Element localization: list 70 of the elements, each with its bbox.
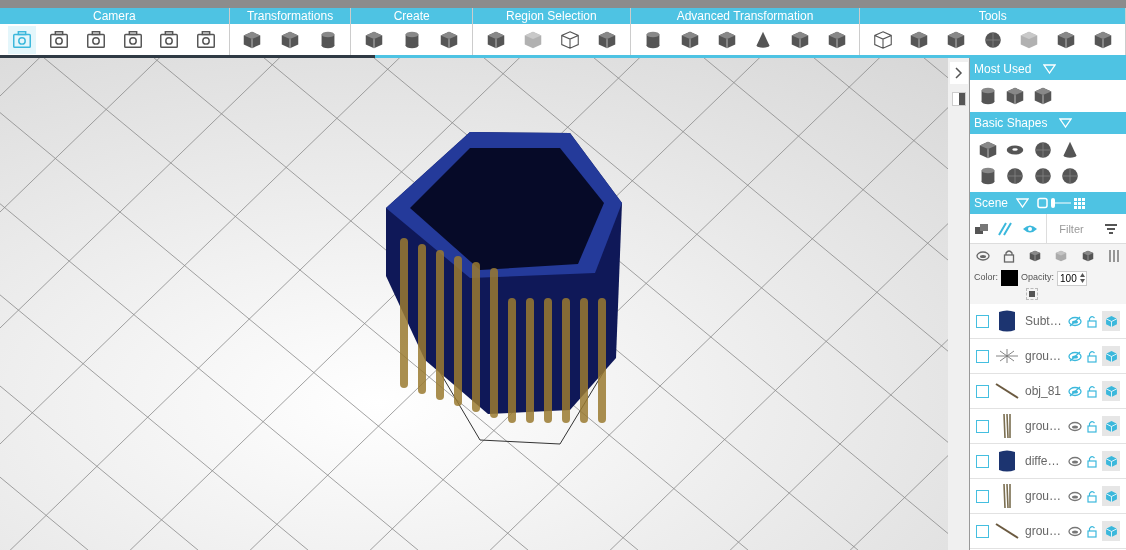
scene-object-row[interactable]: grou… [970,479,1126,514]
object-name: grou… [1025,523,1063,540]
panel-toggle-icon[interactable] [951,92,966,106]
spinner-arrows-icon [1078,272,1086,284]
small-square-button[interactable] [1026,288,1038,300]
cube-icon [1104,524,1118,538]
chevron-right-icon [954,67,963,79]
scene-object-row[interactable]: diffe… [970,444,1126,479]
cube-icon [1104,349,1118,363]
cube-icon [1104,384,1118,398]
layers-icon[interactable] [974,221,990,236]
cube-icon [1104,489,1118,503]
toolbar-group-title: Transformations [229,8,351,24]
triangle-down-icon [1043,64,1057,74]
line-star-thumbnail [995,349,1019,363]
object-name: obj_81 [1025,383,1063,400]
eye-icon[interactable] [1068,490,1082,502]
object-name: grou… [1025,418,1063,435]
object-name: Subt… [1025,313,1063,330]
cube-icon [1104,454,1118,468]
panel-title: Most Used [974,61,1032,78]
cube-icon [1104,419,1118,433]
sliders-icon[interactable] [1107,249,1120,263]
filter-field[interactable]: Filter [1046,214,1096,243]
object-name: grou… [1025,348,1063,365]
rod-thumbnail [995,382,1019,400]
cylinder-thumbnail [997,449,1017,473]
rods-thumbnail [1002,483,1012,509]
collapse-panel-button[interactable] [949,62,968,84]
checkbox[interactable] [976,349,989,363]
toolbar-group-title: Camera [0,8,229,24]
scene-object-row[interactable]: grou… [970,339,1126,374]
scene-object-row[interactable]: grou… [970,409,1126,444]
opacity-spinner[interactable]: 100 [1057,270,1087,286]
toolbar-group-title: Tools [860,8,1126,24]
toolbar-group-title: Region Selection [473,8,630,24]
color-label: Color: [974,271,998,285]
scene-object-row[interactable]: Subt… [970,304,1126,339]
cube-icon [1104,314,1118,328]
scene-object-row[interactable]: grou… [970,514,1126,549]
eye-icon[interactable] [1068,525,1082,537]
color-swatch[interactable] [1001,270,1018,286]
triangle-down-icon [1059,118,1073,128]
checkbox[interactable] [976,314,989,328]
scene-object-row[interactable]: obj_81 [970,374,1126,409]
sort-icon[interactable] [1104,222,1118,235]
toolbar-group-title: Advanced Transformation [630,8,860,24]
checkbox[interactable] [976,524,989,538]
eye-icon[interactable] [1068,420,1082,432]
checkbox[interactable] [976,384,989,398]
lock-icon[interactable] [1003,249,1015,263]
object-name: diffe… [1025,453,1061,470]
object-name: grou… [1025,488,1063,505]
3d-viewport-drawing[interactable] [0,58,948,550]
checkbox[interactable] [976,489,989,503]
cube-icon[interactable] [1080,249,1095,263]
rods-thumbnail [1002,413,1012,439]
panel-title: Basic Shapes [974,115,1048,132]
opacity-label: Opacity: [1021,271,1055,285]
eye-icon[interactable] [976,251,991,261]
panel-title: Scene [974,195,1009,212]
view-toggle-icon[interactable] [1037,197,1088,209]
cylinder-thumbnail [997,309,1017,333]
checkbox[interactable] [976,454,989,468]
eye-icon[interactable] [1068,455,1082,467]
toolbar-group-title: Create [351,8,472,24]
triangle-down-icon [1016,198,1030,208]
checkbox[interactable] [976,419,989,433]
rod-thumbnail [995,522,1019,540]
cube-icon[interactable] [1027,249,1042,263]
